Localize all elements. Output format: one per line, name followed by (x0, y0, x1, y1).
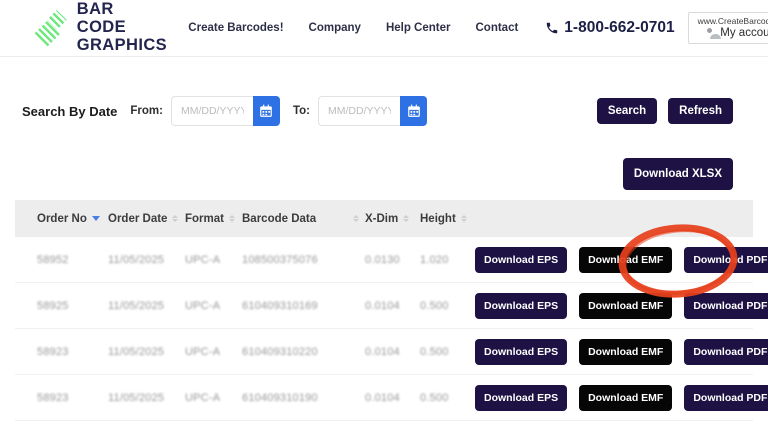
column-header-x-dim[interactable]: X-Dim (365, 213, 420, 225)
download-eps-button[interactable]: Download EPS (475, 293, 567, 319)
column-header-order-date[interactable]: Order Date (108, 213, 185, 225)
download-emf-button[interactable]: Download EMF (579, 293, 672, 319)
search-by-date-label: Search By Date (22, 104, 117, 119)
column-header-format[interactable]: Format (185, 213, 242, 225)
download-eps-button[interactable]: Download EPS (475, 385, 567, 411)
download-pdf-button[interactable]: Download PDF (684, 247, 768, 273)
order-date-cell: 11/05/2025 (108, 300, 185, 312)
to-date-group (318, 96, 427, 126)
sort-icon (229, 215, 235, 223)
table-row: 58923 11/05/2025 UPC-A 610409310220 0.01… (15, 329, 753, 375)
sort-icon (172, 215, 178, 223)
main-nav: Create Barcodes! Company Help Center Con… (188, 22, 518, 34)
barcode-data-cell: 610409310190 (242, 392, 365, 404)
sort-desc-icon (92, 216, 100, 221)
height-cell: 1.020 (420, 254, 472, 266)
column-header-height[interactable]: Height (420, 213, 472, 225)
nav-help-center[interactable]: Help Center (386, 22, 451, 34)
to-date-input[interactable] (318, 96, 400, 126)
x-dim-cell: 0.0130 (365, 254, 420, 266)
download-pdf-button[interactable]: Download PDF (684, 293, 768, 319)
refresh-button[interactable]: Refresh (668, 98, 733, 124)
search-actions: Search Refresh (597, 98, 733, 124)
phone-number: 1-800-662-0701 (564, 19, 674, 37)
height-cell: 0.500 (420, 392, 472, 404)
order-date-cell: 11/05/2025 (108, 254, 185, 266)
row-actions: Download EPS Download EMF Download PDF (472, 247, 768, 273)
download-emf-button[interactable]: Download EMF (579, 385, 672, 411)
height-cell: 0.500 (420, 346, 472, 358)
column-header-order-no[interactable]: Order No (37, 213, 108, 225)
sort-icon (461, 215, 467, 223)
format-cell: UPC-A (185, 300, 242, 312)
download-eps-button[interactable]: Download EPS (475, 339, 567, 365)
to-calendar-button[interactable] (400, 96, 427, 126)
row-actions: Download EPS Download EMF Download PDF (472, 385, 768, 411)
order-date-cell: 11/05/2025 (108, 346, 185, 358)
x-dim-cell: 0.0104 (365, 300, 420, 312)
order-date-cell: 11/05/2025 (108, 392, 185, 404)
calendar-icon (407, 104, 421, 118)
table-row: 58923 11/05/2025 UPC-A 610409310190 0.01… (15, 375, 753, 421)
download-xlsx-button[interactable]: Download XLSX (623, 158, 733, 190)
order-no-cell: 58952 (37, 254, 108, 266)
my-account-menu[interactable]: www.CreateBarcodes.com My account (688, 12, 768, 44)
sort-icon (353, 215, 359, 223)
my-account-label: My account (720, 27, 768, 39)
logo-text: BAR CODE GRAPHICS (77, 1, 168, 54)
orders-table: Order No Order Date Format Barcode Data … (15, 200, 753, 421)
nav-create-barcodes[interactable]: Create Barcodes! (188, 22, 283, 34)
x-dim-cell: 0.0104 (365, 346, 420, 358)
calendar-icon (259, 104, 273, 118)
order-no-cell: 58923 (37, 346, 108, 358)
nav-contact[interactable]: Contact (475, 22, 518, 34)
barcode-data-cell: 610409310169 (242, 300, 365, 312)
download-pdf-button[interactable]: Download PDF (684, 385, 768, 411)
download-eps-button[interactable]: Download EPS (475, 247, 567, 273)
height-cell: 0.500 (420, 300, 472, 312)
logo-line-2: GRAPHICS (77, 37, 168, 55)
to-label: To: (293, 105, 310, 117)
row-actions: Download EPS Download EMF Download PDF (472, 339, 768, 365)
table-row: 58952 11/05/2025 UPC-A 108500375076 0.01… (15, 237, 753, 283)
from-date-input[interactable] (171, 96, 253, 126)
download-pdf-button[interactable]: Download PDF (684, 339, 768, 365)
x-dim-cell: 0.0104 (365, 392, 420, 404)
company-logo[interactable]: BAR CODE GRAPHICS (34, 1, 167, 54)
account-site-url: www.CreateBarcodes.com (698, 16, 768, 26)
download-emf-button[interactable]: Download EMF (579, 339, 672, 365)
row-actions: Download EPS Download EMF Download PDF (472, 293, 768, 319)
logo-line-1: BAR CODE (77, 1, 168, 37)
order-no-cell: 58925 (37, 300, 108, 312)
phone-link[interactable]: 1-800-662-0701 (545, 19, 674, 37)
format-cell: UPC-A (185, 254, 242, 266)
phone-icon (545, 21, 559, 35)
barcode-graphics-logo-icon (34, 9, 68, 47)
sort-icon (403, 215, 409, 223)
table-header-row: Order No Order Date Format Barcode Data … (15, 200, 753, 237)
download-emf-button[interactable]: Download EMF (579, 247, 672, 273)
user-icon (704, 28, 715, 39)
barcode-data-cell: 108500375076 (242, 254, 365, 266)
from-label: From: (130, 105, 163, 117)
format-cell: UPC-A (185, 346, 242, 358)
table-row: 58925 11/05/2025 UPC-A 610409310169 0.01… (15, 283, 753, 329)
nav-company[interactable]: Company (309, 22, 361, 34)
format-cell: UPC-A (185, 392, 242, 404)
barcode-data-cell: 610409310220 (242, 346, 365, 358)
from-calendar-button[interactable] (253, 96, 280, 126)
top-header: BAR CODE GRAPHICS Create Barcodes! Compa… (0, 0, 768, 57)
search-by-date-bar: Search By Date From: To: Search Refresh (22, 96, 733, 126)
column-header-barcode-data[interactable]: Barcode Data (242, 213, 365, 225)
table-body: 58952 11/05/2025 UPC-A 108500375076 0.01… (15, 237, 753, 421)
order-no-cell: 58923 (37, 392, 108, 404)
from-date-group (171, 96, 280, 126)
search-button[interactable]: Search (597, 98, 657, 124)
